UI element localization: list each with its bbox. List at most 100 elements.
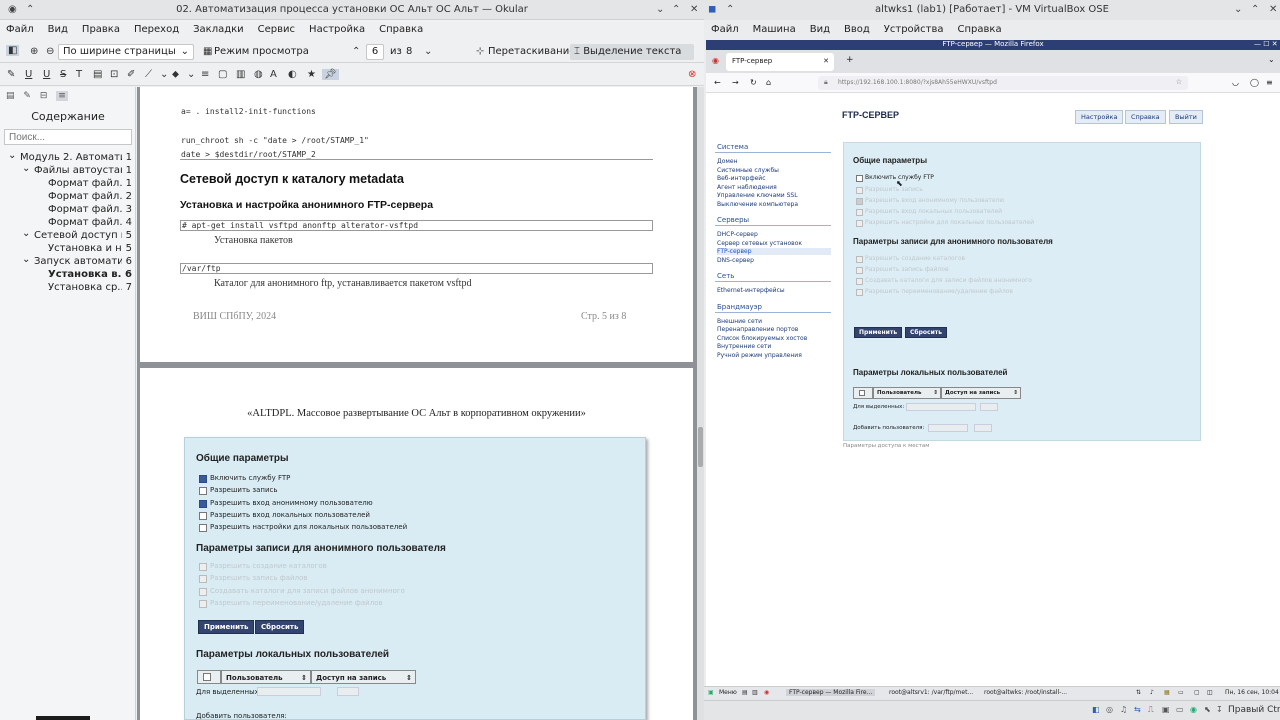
menu-button[interactable]: Меню: [719, 689, 737, 696]
task-terminal-2[interactable]: root@altwks: /root/install-...: [984, 689, 1067, 696]
close-annotation-icon[interactable]: ⊗: [688, 69, 696, 80]
expand-icon[interactable]: ⌄: [22, 163, 30, 174]
hamburger-menu-icon[interactable]: ≡: [1266, 78, 1273, 87]
audio-icon[interactable]: ♫: [1120, 705, 1127, 714]
scrollbar-thumb[interactable]: [698, 427, 703, 467]
strikeout-icon[interactable]: S: [60, 69, 66, 80]
terminal-icon[interactable]: ▥: [752, 689, 758, 696]
url-bar[interactable]: https://192.168.100.1:8080/?xjs8Ah55eHWX…: [818, 76, 1188, 90]
minimize-icon[interactable]: ⌄: [1234, 4, 1242, 15]
fill-color-icon[interactable]: ◍: [254, 69, 263, 80]
bookmark-star-icon[interactable]: ☆: [1176, 78, 1182, 86]
menu-edit[interactable]: Правка: [82, 24, 120, 36]
thumbnails-tab-icon[interactable]: ▤: [6, 91, 15, 101]
next-page-icon[interactable]: ⌄: [424, 46, 432, 57]
vbox-menu-help[interactable]: Справка: [958, 24, 1002, 36]
pin-icon[interactable]: 📌︎: [322, 69, 339, 80]
keyboard-icon[interactable]: ↧: [1216, 705, 1223, 714]
nav-item[interactable]: Сервер сетевых установок: [717, 240, 802, 247]
reset-button[interactable]: Сбросить: [905, 327, 948, 338]
tray-network-icon[interactable]: ⇅: [1136, 689, 1141, 696]
col-user[interactable]: Пользователь ⇕: [873, 387, 941, 399]
expand-icon[interactable]: ⌄: [22, 254, 30, 265]
logout-button[interactable]: Выйти: [1169, 110, 1203, 124]
shared-folders-icon[interactable]: ▣: [1162, 705, 1170, 714]
toc-item[interactable]: Установка в... 6: [0, 269, 136, 282]
enable-ftp-checkbox[interactable]: [856, 175, 863, 182]
pocket-icon[interactable]: ◡: [1232, 78, 1239, 87]
shape-icon[interactable]: ⌄: [160, 69, 168, 80]
mouse-integration-icon[interactable]: ⬉: [1204, 705, 1211, 714]
col-write[interactable]: Доступ на запись ⇕: [941, 387, 1021, 399]
note-icon[interactable]: ▤: [93, 69, 102, 80]
toc-item[interactable]: ⌄ Файлы автоустан...1: [0, 163, 136, 178]
nav-item[interactable]: Домен: [717, 158, 738, 165]
settings-button[interactable]: Настройка: [1075, 110, 1124, 124]
nav-item[interactable]: Ethernet-интерфейсы: [717, 287, 785, 294]
vbox-menu-view[interactable]: Вид: [810, 24, 830, 36]
nav-item[interactable]: Список блокируемых хостов: [717, 335, 807, 342]
page-number-input[interactable]: 6: [366, 44, 384, 60]
toc-item[interactable]: Формат файл... 4: [0, 217, 136, 230]
nav-item[interactable]: DNS-сервер: [717, 257, 754, 264]
dropdown-icon[interactable]: ⌄: [187, 69, 195, 80]
menu-help[interactable]: Справка: [379, 24, 423, 36]
menu-settings[interactable]: Настройка: [309, 24, 365, 36]
maximize-icon[interactable]: ⌃: [1251, 4, 1259, 15]
toc-item[interactable]: Формат файл... 1: [0, 178, 136, 191]
drag-mode-button[interactable]: Перетаскивание: [484, 44, 579, 60]
menu-tools[interactable]: Сервис: [258, 24, 295, 36]
inline-note-icon[interactable]: ⊡: [110, 69, 118, 80]
hdd-icon[interactable]: ◧: [1092, 705, 1100, 714]
vbox-menu-file[interactable]: Файл: [711, 24, 739, 36]
line-width-icon[interactable]: ≡: [201, 69, 209, 80]
document-scrollbar[interactable]: [697, 87, 704, 720]
zoom-combo[interactable]: По ширине страницы ⌄: [58, 44, 194, 60]
contents-tab-icon[interactable]: ≡: [56, 91, 68, 101]
firefox-tab[interactable]: FTP-сервер ✕: [726, 53, 834, 71]
menu-bookmarks[interactable]: Закладки: [193, 24, 244, 36]
firefox-view-icon[interactable]: ◉: [712, 56, 719, 65]
reload-icon[interactable]: ↻: [750, 78, 757, 87]
font-icon[interactable]: A: [270, 69, 277, 80]
menu-view[interactable]: Вид: [48, 24, 68, 36]
recording-icon[interactable]: ◉: [1190, 705, 1197, 714]
files-icon[interactable]: ▤: [742, 689, 748, 696]
vbox-menu-machine[interactable]: Машина: [753, 24, 796, 36]
toc-item[interactable]: ⌄ Модуль 2. Автомати...1: [0, 150, 136, 165]
text-color-icon[interactable]: ▥: [236, 69, 245, 80]
toc-item[interactable]: Формат файл... 2: [0, 191, 136, 204]
opacity-icon[interactable]: ◐: [288, 69, 297, 80]
firefox-window-controls[interactable]: — ☐ ✕: [1254, 40, 1278, 48]
forward-icon[interactable]: →: [732, 78, 739, 87]
toc-search-input[interactable]: [4, 129, 132, 145]
view-mode-button[interactable]: Режим просмотра: [210, 44, 313, 60]
pen-icon[interactable]: ✎: [7, 69, 15, 80]
expand-icon[interactable]: ⌄: [22, 228, 30, 239]
back-icon[interactable]: ←: [714, 78, 721, 87]
text-select-button[interactable]: ⌶ Выделение текста: [570, 44, 694, 60]
underline-icon[interactable]: U: [25, 69, 32, 80]
network-icon[interactable]: ⇆: [1134, 705, 1141, 714]
zoom-in-icon[interactable]: ⊕: [30, 46, 38, 57]
apply-button[interactable]: Применить: [854, 327, 903, 338]
toc-item[interactable]: Формат файл... 3: [0, 204, 136, 217]
account-icon[interactable]: ◯: [1250, 78, 1259, 87]
home-icon[interactable]: ⌂: [766, 78, 771, 87]
tray-update-icon[interactable]: ◫: [1207, 689, 1213, 696]
help-button[interactable]: Справка: [1125, 110, 1166, 124]
prev-page-icon[interactable]: ⌃: [352, 46, 360, 57]
toc-item[interactable]: ⌄ Запуск автомати...6: [0, 254, 136, 269]
favorite-icon[interactable]: ★: [307, 69, 316, 80]
tray-clipboard-icon[interactable]: ▢: [1194, 689, 1200, 696]
freehand-icon[interactable]: ✐: [127, 69, 135, 80]
nav-item[interactable]: FTP-сервер: [717, 248, 831, 255]
firefox-icon[interactable]: ◉: [764, 689, 769, 696]
toc-item[interactable]: Установка и н...5: [0, 243, 136, 256]
toc-item[interactable]: Установка ср... 7: [0, 282, 136, 295]
nav-item[interactable]: Внешние сети: [717, 318, 762, 325]
minimize-icon[interactable]: ⌄: [656, 4, 664, 15]
maximize-icon[interactable]: ⌃: [672, 4, 680, 15]
task-terminal-1[interactable]: root@altsrv1: /var/ftp/met...: [889, 689, 973, 696]
tab-list-icon[interactable]: ⌄: [1268, 55, 1275, 64]
